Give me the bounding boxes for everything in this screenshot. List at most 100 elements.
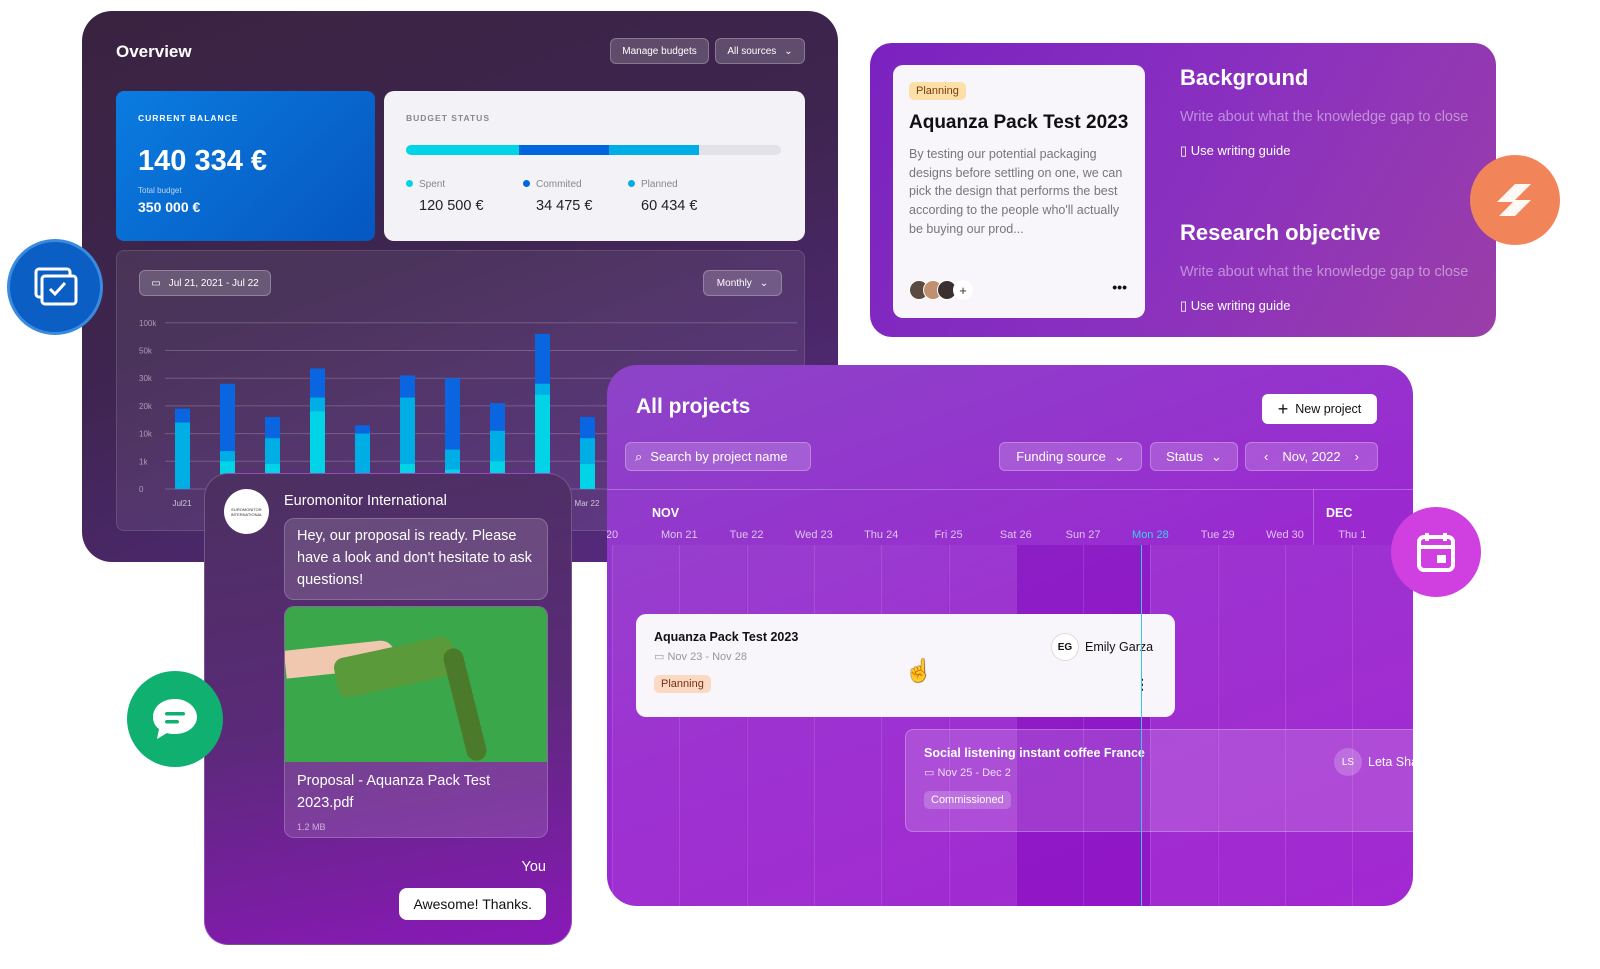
bar-segment	[580, 464, 595, 489]
writing-guide-link[interactable]: ▯ Use writing guide	[1180, 143, 1496, 159]
chevron-down-icon: ⌄	[784, 45, 793, 57]
projects-title: All projects	[636, 395, 751, 418]
project-card[interactable]: Planning Aquanza Pack Test 2023 By testi…	[893, 65, 1145, 318]
document-icon: ▯	[1180, 143, 1191, 158]
chevron-left-icon[interactable]: ‹	[1264, 449, 1268, 464]
day-label: Wed 30	[1266, 529, 1304, 541]
project-description: By testing our potential packaging desig…	[909, 147, 1123, 236]
section-input[interactable]: Write about what the knowledge gap to cl…	[1180, 109, 1496, 125]
day-column	[1217, 545, 1285, 906]
month-divider	[1313, 489, 1314, 545]
current-balance-card: CURRENT BALANCE 140 334 € Total budget 3…	[116, 91, 375, 241]
total-budget-label: Total budget	[138, 186, 182, 195]
all-sources-label: All sources	[727, 45, 777, 57]
all-projects-panel: All projects + New project ⌕ Search by pro…	[607, 365, 1413, 906]
chevron-right-icon[interactable]: ›	[1355, 449, 1359, 464]
day-label: Sat 26	[999, 529, 1032, 541]
y-tick-label: 0	[139, 485, 144, 494]
sender-name: Euromonitor International	[284, 493, 447, 509]
reply-bubble: Awesome! Thanks.	[399, 888, 546, 920]
day-label: Mon 21	[660, 529, 698, 541]
more-options-icon[interactable]: •••	[1112, 279, 1127, 295]
writing-guide-link[interactable]: ▯ Use writing guide	[1180, 298, 1496, 314]
owner-name: Leta Shaw	[1368, 755, 1413, 769]
chat-panel: EUROMONITOR INTERNATIONAL Euromonitor Int…	[204, 473, 572, 945]
progress-segment-spent	[406, 145, 519, 155]
day-label: Fri 25	[934, 529, 963, 541]
month-label: Nov, 2022	[1282, 449, 1341, 464]
budget-item-name: Planned	[641, 179, 678, 190]
timeline-project-card[interactable]: Social listening instant coffee France ▭…	[905, 729, 1413, 832]
y-tick-label: 20k	[139, 402, 153, 411]
day-column	[948, 545, 1016, 906]
research-panel: Planning Aquanza Pack Test 2023 By testi…	[870, 43, 1496, 337]
budget-item: Planned 60 434 €	[628, 179, 738, 214]
budget-progress-bar	[406, 145, 781, 155]
more-options-icon[interactable]: ⋮	[1407, 800, 1413, 817]
calendar-icon: ▭	[924, 767, 938, 779]
funding-source-dropdown[interactable]: Funding source ⌄	[999, 442, 1142, 471]
file-attachment[interactable]: Proposal - Aquanza Pack Test 2023.pdf 1.…	[284, 606, 548, 838]
y-tick-label: 1k	[139, 457, 148, 466]
month-navigator[interactable]: ‹ Nov, 2022 ›	[1245, 442, 1378, 471]
you-label: You	[521, 859, 546, 875]
status-dropdown[interactable]: Status ⌄	[1150, 442, 1238, 471]
new-project-label: New project	[1295, 402, 1362, 416]
day-label: Thu 1	[1338, 529, 1367, 541]
new-project-button[interactable]: + New project	[1262, 394, 1377, 424]
search-placeholder: Search by project name	[650, 449, 788, 464]
budget-item: Spent 120 500 €	[406, 179, 523, 214]
research-section: Research objective Write about what the k…	[1180, 220, 1496, 314]
total-budget-value: 350 000 €	[138, 199, 201, 215]
guide-label: Use writing guide	[1190, 298, 1291, 313]
file-size: 1.2 MB	[297, 822, 326, 832]
calendar-icon	[1391, 507, 1481, 597]
divider	[607, 489, 1413, 490]
status-badge: Commissioned	[924, 791, 1011, 809]
month-nov: NOV	[652, 506, 680, 520]
day-column	[881, 545, 949, 906]
day-column	[1150, 545, 1218, 906]
day-column	[813, 545, 881, 906]
avatar-group: +	[909, 280, 973, 300]
budget-status-card: BUDGET STATUS Spent 120 500 € Commited 34 4…	[384, 91, 805, 241]
search-icon: ⌕	[635, 448, 643, 464]
message-bubble: Hey, our proposal is ready. Please have …	[284, 518, 548, 600]
day-label: Wed 23	[795, 529, 833, 541]
section-title: Background	[1180, 65, 1309, 90]
funding-source-label: Funding source	[1016, 449, 1106, 464]
project-owner: LS Leta Shaw	[1334, 748, 1413, 776]
add-member-icon[interactable]: +	[953, 280, 973, 300]
manage-budgets-button[interactable]: Manage budgets	[610, 38, 709, 64]
y-tick-label: 50k	[139, 347, 153, 356]
budget-item-label: Commited	[523, 179, 628, 190]
budget-status-label: BUDGET STATUS	[406, 113, 490, 123]
budget-item-value: 120 500 €	[419, 198, 484, 214]
search-input[interactable]: ⌕ Search by project name	[625, 442, 811, 471]
budget-item-name: Commited	[536, 179, 582, 190]
x-tick-label: Mar 22	[575, 499, 600, 508]
section-input[interactable]: Write about what the knowledge gap to cl…	[1180, 264, 1496, 280]
owner-name: Emily Garza	[1085, 640, 1154, 654]
budget-item-label: Spent	[406, 179, 523, 190]
dates-label: Nov 25 - Dec 2	[937, 767, 1011, 779]
hand-cursor-icon: ☝	[905, 658, 933, 683]
status-badge: Planning	[654, 675, 711, 693]
x-tick-label: Jul21	[172, 499, 192, 508]
y-tick-label: 30k	[139, 374, 153, 383]
day-label: Mon 28	[1132, 529, 1169, 541]
file-name: Proposal - Aquanza Pack Test 2023.pdf	[297, 773, 491, 811]
day-column	[679, 545, 747, 906]
document-icon: ▯	[1180, 298, 1191, 313]
progress-segment-planned	[608, 145, 699, 155]
brand-logo-icon	[1470, 155, 1560, 245]
today-line	[1141, 545, 1142, 906]
day-label: Tue 22	[729, 529, 764, 541]
all-sources-dropdown[interactable]: All sources ⌄	[715, 38, 805, 64]
status-badge: Planning	[909, 82, 966, 100]
more-options-icon[interactable]: ⋮	[1135, 677, 1149, 691]
bar-segment	[175, 422, 190, 489]
project-title: Aquanza Pack Test 2023	[909, 112, 1129, 133]
plus-icon: +	[1277, 398, 1289, 419]
guide-label: Use writing guide	[1190, 143, 1291, 158]
